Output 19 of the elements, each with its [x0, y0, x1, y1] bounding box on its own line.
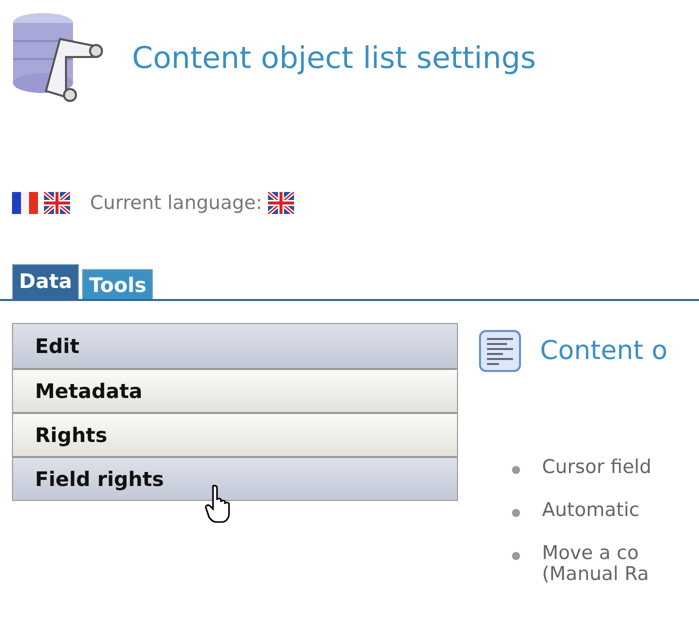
french-flag-icon[interactable] [12, 192, 38, 214]
bullet-text: Cursor field [542, 457, 652, 478]
british-flag-icon[interactable] [268, 192, 294, 214]
bullet-icon [512, 552, 520, 560]
menu-item[interactable]: Metadata [13, 368, 457, 412]
tab[interactable]: Data [12, 264, 80, 299]
section-heading: Content o [540, 336, 668, 366]
current-language-label: Current language: [90, 192, 262, 214]
menu-item[interactable]: Edit [13, 324, 457, 368]
bullet-text: Automatic [542, 500, 640, 521]
document-icon [478, 329, 522, 373]
bullet-icon [512, 466, 520, 474]
page-title: Content object list settings [132, 40, 536, 76]
menu-item[interactable]: Rights [13, 412, 457, 456]
bullet-text: Move a co (Manual Ra [542, 543, 649, 585]
tab[interactable]: Tools [82, 269, 154, 299]
menu-item[interactable]: Field rights [13, 456, 457, 500]
british-flag-icon[interactable] [44, 192, 70, 214]
bullet-icon [512, 509, 520, 517]
